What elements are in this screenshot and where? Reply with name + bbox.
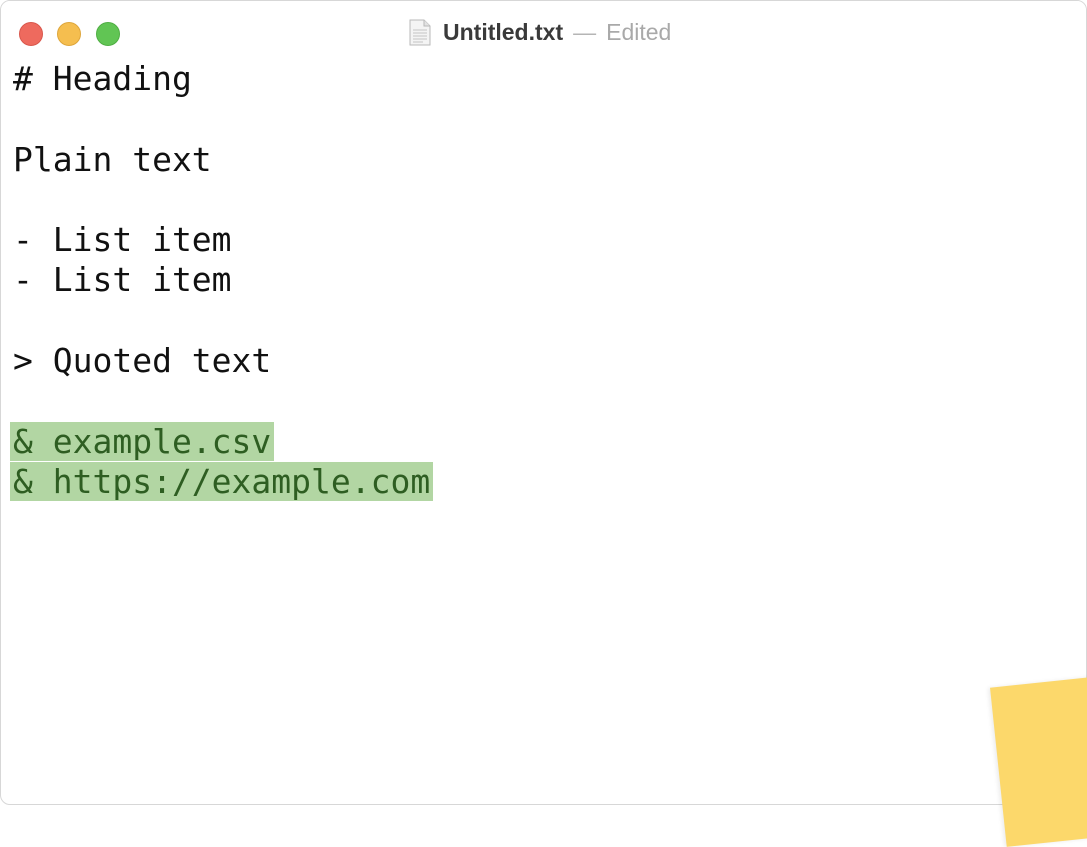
editor-line[interactable]: Plain text [13, 140, 1073, 180]
editor-line[interactable]: - List item [13, 260, 1073, 300]
edited-status: Edited [606, 18, 672, 45]
editor-line[interactable] [13, 381, 1073, 421]
editor-line-highlighted[interactable]: & https://example.com [10, 461, 1073, 502]
editor-line[interactable]: # Heading [13, 59, 1073, 99]
text-editor-window: Untitled.txt — Edited # Heading Plain te… [0, 0, 1087, 805]
editor-line[interactable] [13, 301, 1073, 341]
title-bar[interactable]: Untitled.txt — Edited [1, 1, 1086, 61]
editor-line-highlighted[interactable]: & example.csv [10, 421, 1073, 462]
document-icon [409, 19, 431, 45]
zoom-button[interactable] [96, 22, 120, 46]
editor-line[interactable]: - List item [13, 220, 1073, 260]
editor-line[interactable] [13, 99, 1073, 139]
highlighted-text[interactable]: & example.csv [10, 421, 275, 461]
highlighted-text[interactable]: & https://example.com [10, 461, 434, 501]
text-editing-area[interactable]: # Heading Plain text - List item - List … [10, 59, 1073, 502]
window-title[interactable]: Untitled.txt — Edited [409, 16, 671, 48]
sticky-note-corner[interactable] [990, 673, 1087, 847]
editor-line[interactable] [13, 180, 1073, 220]
title-separator: — [573, 18, 597, 45]
document-name: Untitled.txt [443, 18, 564, 45]
close-button[interactable] [19, 22, 43, 46]
minimize-button[interactable] [57, 22, 81, 46]
editor-line[interactable]: > Quoted text [13, 341, 1073, 381]
